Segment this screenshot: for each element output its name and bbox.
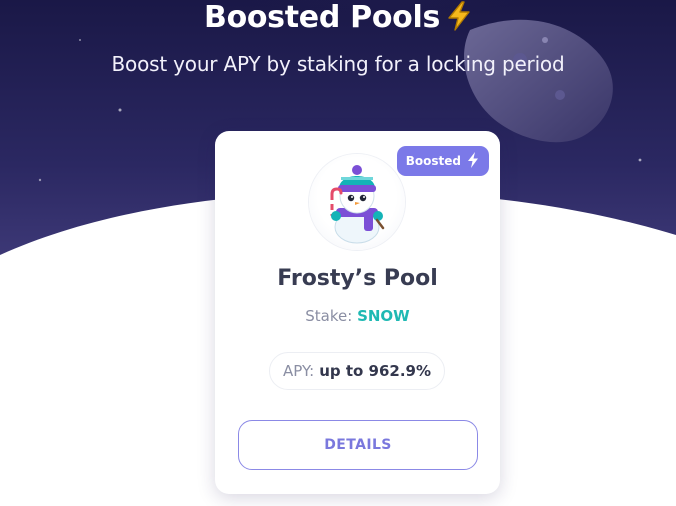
boosted-badge: Boosted — [396, 146, 489, 176]
page-title-text: Boosted Pools — [204, 0, 440, 35]
page-subtitle: Boost your APY by staking for a locking … — [111, 52, 565, 76]
stake-token: SNOW — [357, 307, 410, 325]
apy-label: APY: — [282, 362, 315, 380]
stake-label: Stake: — [305, 307, 353, 325]
boosted-pools-page: Boosted Pools Boost your APY by staking … — [0, 0, 676, 506]
apy-value: up to 962.9% — [319, 362, 431, 380]
details-button[interactable]: DETAILS — [238, 420, 478, 470]
snowman-mascot-icon — [330, 165, 385, 244]
lightning-bolt-icon — [446, 1, 472, 40]
lightning-bolt-icon — [467, 151, 479, 171]
apy-badge: APY: up to 962.9% — [269, 352, 445, 390]
page-title: Boosted Pools — [0, 0, 676, 40]
boosted-badge-label: Boosted — [405, 154, 461, 168]
pool-avatar — [309, 154, 405, 250]
pool-card: Boosted Frosty’s Pool Stake: SNOW APY: u… — [215, 131, 500, 494]
pool-name: Frosty’s Pool — [277, 266, 438, 291]
stake-info: Stake: SNOW — [215, 305, 500, 327]
